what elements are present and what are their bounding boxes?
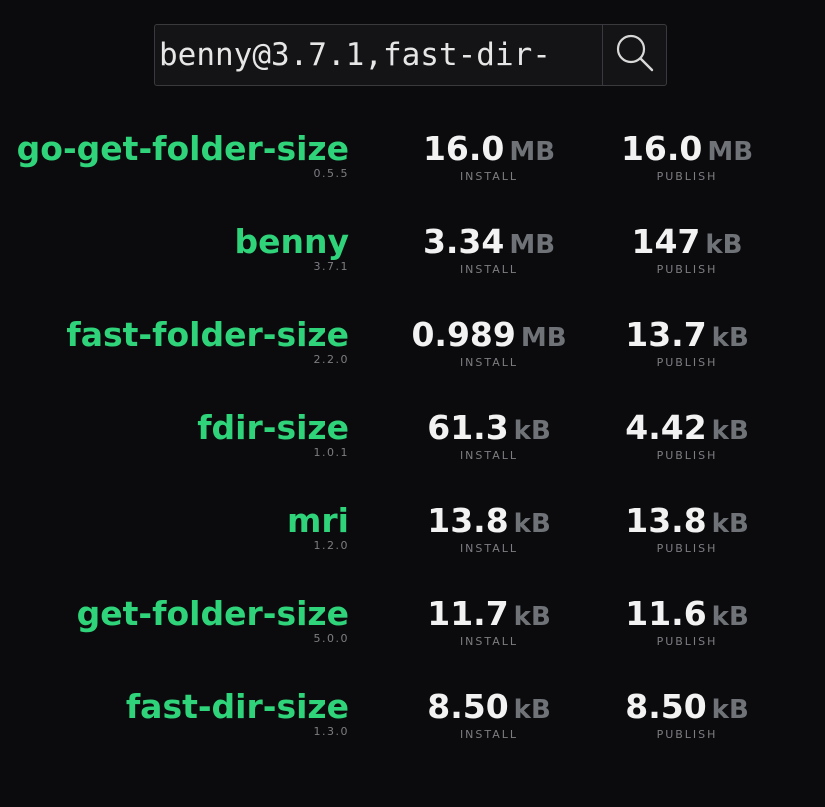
- publish-label: PUBLISH: [656, 542, 718, 555]
- publish-label: PUBLISH: [656, 635, 718, 648]
- install-size-value: 13.8 kB: [427, 501, 551, 540]
- publish-size: 147 kB PUBLISH: [587, 220, 787, 277]
- install-size: 11.7 kB INSTALL: [389, 592, 589, 649]
- publish-label: PUBLISH: [656, 263, 718, 276]
- publish-label: PUBLISH: [656, 356, 718, 369]
- package-name-link[interactable]: fast-folder-size: [66, 313, 349, 357]
- page: go-get-folder-size 0.5.5 16.0MB INSTALL …: [0, 0, 825, 807]
- search-icon: [613, 31, 657, 79]
- install-size-unit: MB: [509, 137, 556, 167]
- publish-size: 13.8 kB PUBLISH: [587, 499, 787, 556]
- install-size-unit: kB: [513, 416, 551, 446]
- publish-size-unit: kB: [711, 416, 749, 446]
- result-row: fast-dir-size 1.3.0 8.50 kB INSTALL 8.50 k…: [0, 685, 825, 778]
- publish-size-unit: kB: [711, 509, 749, 539]
- package-name-link[interactable]: fast-dir-size: [126, 685, 349, 729]
- install-size-value: 3.34 MB: [422, 222, 556, 261]
- publish-size-unit: kB: [711, 695, 749, 725]
- install-label: INSTALL: [459, 263, 519, 276]
- install-size-unit: kB: [513, 509, 551, 539]
- result-row: mri 1.2.0 13.8 kB INSTALL 13.8 kB PUBLISH: [0, 499, 825, 592]
- install-size-unit: MB: [509, 230, 556, 260]
- package-name-link[interactable]: go-get-folder-size: [17, 127, 349, 171]
- install-size: 0.989 MB INSTALL: [389, 313, 589, 370]
- install-size-value: 16.0 MB: [422, 129, 556, 168]
- publish-size-unit: MB: [707, 137, 754, 167]
- install-size: 3.34 MB INSTALL: [389, 220, 589, 277]
- install-size-value: 61.3 kB: [427, 408, 551, 447]
- publish-size-unit: kB: [705, 230, 743, 260]
- install-size-value: 11.7 kB: [427, 594, 551, 633]
- publish-size: 4.42 kB PUBLISH: [587, 406, 787, 463]
- publish-label: PUBLISH: [656, 728, 718, 741]
- result-row: get-folder-size 5.0.0 11.7 kB INSTALL 11.…: [0, 592, 825, 685]
- install-size-value: 8.50 kB: [427, 687, 551, 726]
- result-row: fdir-size 1.0.1 61.3 kB INSTALL 4.42 kB PU…: [0, 406, 825, 499]
- install-label: INSTALL: [459, 635, 519, 648]
- install-size: 16.0 MB INSTALL: [389, 127, 589, 184]
- install-label: INSTALL: [459, 542, 519, 555]
- publish-size: 11.6 kB PUBLISH: [587, 592, 787, 649]
- result-row: fast-folder-size 2.2.0 0.989 MB INSTALL 1…: [0, 313, 825, 406]
- package-info: fdir-size 1.0.1: [197, 406, 349, 460]
- publish-size-unit: kB: [711, 323, 749, 353]
- search-button[interactable]: [602, 25, 666, 85]
- publish-size-value: 147 kB: [631, 222, 743, 261]
- package-info: mri 1.2.0: [287, 499, 349, 553]
- install-label: INSTALL: [459, 170, 519, 183]
- package-info: fast-folder-size 2.2.0: [66, 313, 349, 367]
- install-size: 13.8 kB INSTALL: [389, 499, 589, 556]
- package-name-link[interactable]: mri: [287, 499, 349, 543]
- package-info: benny 3.7.1: [234, 220, 349, 274]
- publish-size-value: 16.0 MB: [620, 129, 754, 168]
- result-row: go-get-folder-size 0.5.5 16.0 MB INSTALL …: [0, 127, 825, 220]
- install-label: INSTALL: [459, 728, 519, 741]
- package-info: fast-dir-size 1.3.0: [126, 685, 349, 739]
- package-info: get-folder-size 5.0.0: [77, 592, 349, 646]
- install-size-value: 0.989 MB: [411, 315, 567, 354]
- publish-size: 16.0 MB PUBLISH: [587, 127, 787, 184]
- install-size: 61.3 kB INSTALL: [389, 406, 589, 463]
- search-input[interactable]: [155, 25, 603, 85]
- publish-size-value: 8.50 kB: [625, 687, 749, 726]
- publish-size-value: 11.6 kB: [625, 594, 749, 633]
- install-size-unit: kB: [513, 695, 551, 725]
- publish-size-value: 13.8 kB: [625, 501, 749, 540]
- publish-size-value: 4.42 kB: [625, 408, 749, 447]
- result-row: benny 3.7.1 3.34 MB INSTALL 147 kB PUBLISH: [0, 220, 825, 313]
- package-name-link[interactable]: get-folder-size: [77, 592, 349, 636]
- package-info: go-get-folder-size 0.5.5: [17, 127, 349, 181]
- publish-size: 13.7 kB PUBLISH: [587, 313, 787, 370]
- publish-size-unit: kB: [711, 602, 749, 632]
- install-size-unit: MB: [520, 323, 567, 353]
- publish-size: 8.50 kB PUBLISH: [587, 685, 787, 742]
- package-name-link[interactable]: fdir-size: [197, 406, 349, 450]
- publish-size-value: 13.7 kB: [625, 315, 749, 354]
- search-bar: [154, 24, 667, 86]
- install-label: INSTALL: [459, 449, 519, 462]
- publish-label: PUBLISH: [656, 170, 718, 183]
- package-name-link[interactable]: benny: [234, 220, 349, 264]
- install-size: 8.50 kB INSTALL: [389, 685, 589, 742]
- install-size-unit: kB: [513, 602, 551, 632]
- publish-label: PUBLISH: [656, 449, 718, 462]
